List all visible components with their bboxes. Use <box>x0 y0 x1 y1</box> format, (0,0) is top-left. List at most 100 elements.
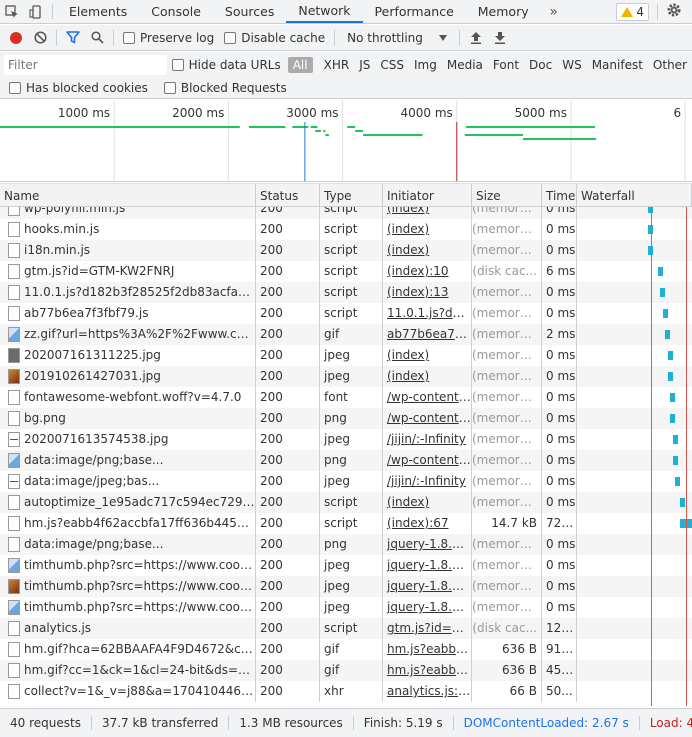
request-name[interactable]: fontawesome-webfont.woff?v=4.7.0 <box>0 387 256 408</box>
settings-gear-icon[interactable] <box>666 2 682 21</box>
request-row[interactable]: timthumb.php?src=https://www.cooltec... 2… <box>0 555 692 576</box>
request-initiator[interactable]: jquery-1.8.3.... <box>383 555 472 576</box>
request-initiator[interactable]: hm.js?eabb4f... <box>383 639 472 660</box>
search-button[interactable] <box>85 26 109 50</box>
column-header-initiator[interactable]: Initiator <box>383 184 472 208</box>
device-toolbar-icon[interactable] <box>24 0 48 23</box>
request-name[interactable]: wp-polyfill.min.js <box>0 207 256 219</box>
request-name[interactable]: hm.gif?hca=62BBAAFA4F9D4672&cc=1... <box>0 639 256 660</box>
request-row[interactable]: data:image/png;base... 200 png/wp-content/… <box>0 450 692 471</box>
filter-type-css[interactable]: CSS <box>375 57 409 73</box>
filter-type-other[interactable]: Other <box>648 57 692 73</box>
request-row[interactable]: gtm.js?id=GTM-KW2FNRJ 200 script (index):10… <box>0 261 692 282</box>
request-name[interactable]: 11.0.1.js?d182b3f28525f2db83acfaaf6e6... <box>0 282 256 303</box>
checkbox-box[interactable] <box>123 31 135 44</box>
request-row[interactable]: 11.0.1.js?d182b3f28525f2db83acfaaf6e6...… <box>0 282 692 303</box>
tab-elements[interactable]: Elements <box>57 0 139 23</box>
request-initiator[interactable]: (index) <box>383 207 472 219</box>
request-row[interactable]: bg.png 200 png/wp-content/... (memory ... 0 … <box>0 408 692 429</box>
request-initiator[interactable]: /wp-content/... <box>383 450 472 471</box>
request-initiator[interactable]: /wp-content/... <box>383 408 472 429</box>
request-name[interactable]: gtm.js?id=GTM-KW2FNRJ <box>0 261 256 282</box>
request-row[interactable]: hm.gif?hca=62BBAAFA4F9D4672&cc=1... 200 gi… <box>0 639 692 660</box>
filter-type-media[interactable]: Media <box>442 57 488 73</box>
filter-type-doc[interactable]: Doc <box>524 57 557 73</box>
request-row[interactable]: ab77b6ea7f3fbf79.js 200 script 11.0.1.js?d1… <box>0 303 692 324</box>
request-name[interactable]: hm.js?eabb4f62accbfa17ff636b445ea472... <box>0 513 256 534</box>
blocked-requests-checkbox[interactable]: Blocked Requests <box>159 81 292 95</box>
clear-button[interactable] <box>28 26 52 50</box>
filter-type-img[interactable]: Img <box>409 57 442 73</box>
column-header-status[interactable]: Status <box>256 184 320 208</box>
column-header-name[interactable]: Name <box>0 184 256 208</box>
request-row[interactable]: data:image/jpeg;bas... 200 jpeg/jijin/:-In… <box>0 471 692 492</box>
request-name[interactable]: data:image/jpeg;bas... <box>0 471 256 492</box>
request-row[interactable]: 201910261427031.jpg 200 jpeg (index) (memory… <box>0 366 692 387</box>
request-row[interactable]: timthumb.php?src=https://www.cooltec... 2… <box>0 576 692 597</box>
filter-input[interactable] <box>4 54 167 75</box>
filter-type-ws[interactable]: WS <box>557 57 586 73</box>
request-row[interactable]: i18n.min.js 200 script (index) (memory ... 0 … <box>0 240 692 261</box>
request-initiator[interactable]: ab77b6ea7f3... <box>383 324 472 345</box>
request-name[interactable]: 201910261427031.jpg <box>0 366 256 387</box>
request-initiator[interactable]: 11.0.1.js?d18... <box>383 303 472 324</box>
request-row[interactable]: hooks.min.js 200 script (index) (memory ... 0… <box>0 219 692 240</box>
request-initiator[interactable]: /jijin/:-Infinity <box>383 471 472 492</box>
record-button[interactable] <box>4 26 28 50</box>
export-har-button[interactable] <box>488 26 512 50</box>
request-initiator[interactable]: (index) <box>383 492 472 513</box>
filter-type-font[interactable]: Font <box>488 57 524 73</box>
request-row[interactable]: 202007161311225.jpg 200 jpeg (index) (memory… <box>0 345 692 366</box>
checkbox-box[interactable] <box>224 31 237 44</box>
has-blocked-cookies-checkbox[interactable]: Has blocked cookies <box>4 81 153 95</box>
request-initiator[interactable]: hm.js?eabb4f... <box>383 660 472 681</box>
request-initiator[interactable]: (index) <box>383 345 472 366</box>
filter-toggle-button[interactable] <box>61 26 85 50</box>
request-initiator[interactable]: (index) <box>383 219 472 240</box>
request-name[interactable]: timthumb.php?src=https://www.cooltec... <box>0 576 256 597</box>
checkbox-box[interactable] <box>9 81 21 94</box>
request-name[interactable]: ab77b6ea7f3fbf79.js <box>0 303 256 324</box>
request-name[interactable]: bg.png <box>0 408 256 429</box>
request-name[interactable]: timthumb.php?src=https://www.cooltec... <box>0 597 256 618</box>
request-row[interactable]: 2020071613574538.jpg 200 jpeg/jijin/:-Infi… <box>0 429 692 450</box>
tab-network[interactable]: Network <box>286 0 363 23</box>
request-initiator[interactable]: jquery-1.8.3.... <box>383 534 472 555</box>
more-tabs-button[interactable]: » <box>541 0 567 23</box>
request-name[interactable]: 2020071613574538.jpg <box>0 429 256 450</box>
request-row[interactable]: fontawesome-webfont.woff?v=4.7.0 200 font /… <box>0 387 692 408</box>
filter-type-xhr[interactable]: XHR <box>319 57 355 73</box>
request-initiator[interactable]: jquery-1.8.3.... <box>383 597 472 618</box>
checkbox-box[interactable] <box>171 58 184 71</box>
request-initiator[interactable]: (index):13 <box>383 282 472 303</box>
disable-cache-checkbox[interactable]: Disable cache <box>219 31 330 45</box>
request-initiator[interactable]: /wp-content/... <box>383 387 472 408</box>
checkbox-box[interactable] <box>163 81 176 94</box>
tab-memory[interactable]: Memory <box>466 0 541 23</box>
request-initiator[interactable]: (index) <box>383 366 472 387</box>
filter-type-all[interactable]: All <box>287 56 313 73</box>
request-row[interactable]: analytics.js 200 script gtm.js?id=GT... (dis… <box>0 618 692 639</box>
throttling-select[interactable]: No throttling <box>339 31 455 45</box>
request-initiator[interactable]: jquery-1.8.3.... <box>383 576 472 597</box>
network-overview[interactable]: 1000 ms 2000 ms 3000 ms 4000 ms 5000 ms 6 <box>0 100 692 182</box>
overview-timeline[interactable]: 1000 ms 2000 ms 3000 ms 4000 ms 5000 ms 6 <box>0 100 692 182</box>
hide-data-urls-checkbox[interactable]: Hide data URLs <box>167 58 286 72</box>
tab-sources[interactable]: Sources <box>213 0 286 23</box>
filter-type-js[interactable]: JS <box>354 57 375 73</box>
column-header-type[interactable]: Type <box>320 184 383 208</box>
request-row[interactable]: hm.js?eabb4f62accbfa17ff636b445ea472...2… <box>0 513 692 534</box>
request-row[interactable]: timthumb.php?src=https://www.cooltec... 2… <box>0 597 692 618</box>
request-row[interactable]: wp-polyfill.min.js 200 script (index) (memor… <box>0 207 692 219</box>
request-name[interactable]: collect?v=1&_v=j88&a=1704104464&t=... <box>0 681 256 702</box>
filter-type-manifest[interactable]: Manifest <box>587 57 648 73</box>
request-row[interactable]: autoptimize_1e95adc717c594ec729a0c5...20… <box>0 492 692 513</box>
request-name[interactable]: 202007161311225.jpg <box>0 345 256 366</box>
column-header-size[interactable]: Size <box>472 184 542 208</box>
tab-performance[interactable]: Performance <box>363 0 466 23</box>
tab-console[interactable]: Console <box>139 0 213 23</box>
request-row[interactable]: hm.gif?cc=1&ck=1&cl=24-bit&ds=1920... 200… <box>0 660 692 681</box>
request-name[interactable]: autoptimize_1e95adc717c594ec729a0c5... <box>0 492 256 513</box>
request-name[interactable]: data:image/png;base... <box>0 450 256 471</box>
request-name[interactable]: hm.gif?cc=1&ck=1&cl=24-bit&ds=1920... <box>0 660 256 681</box>
